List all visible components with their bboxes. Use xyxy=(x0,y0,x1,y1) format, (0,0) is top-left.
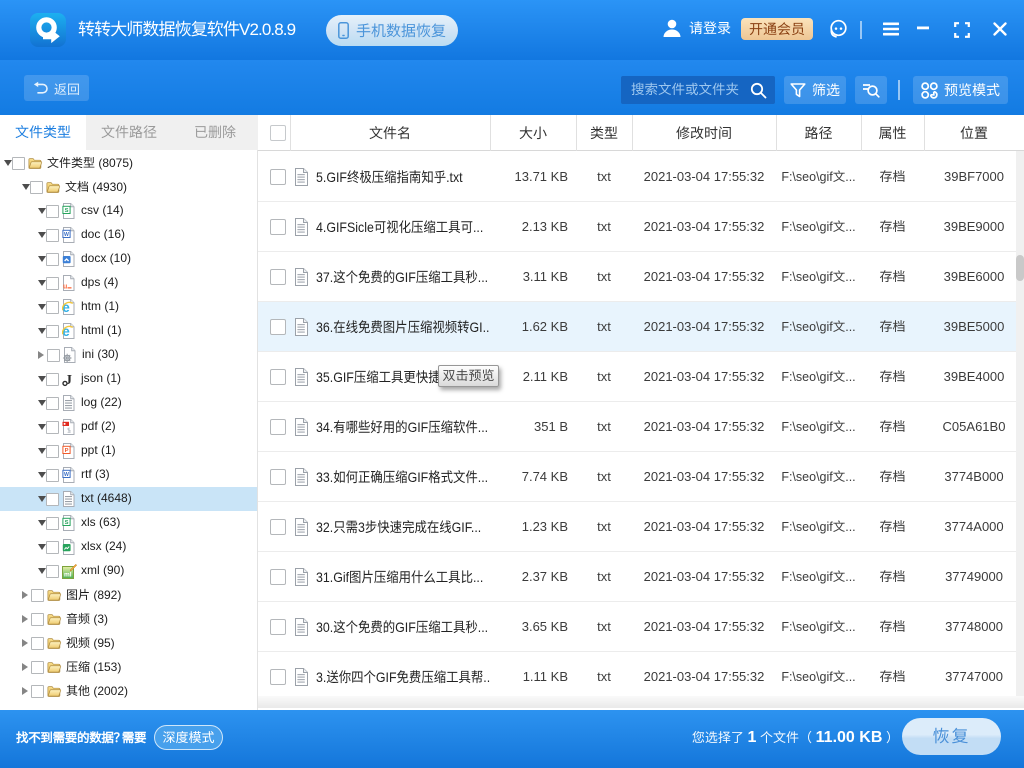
svg-text:S: S xyxy=(65,520,69,526)
svg-text:ml: ml xyxy=(64,572,72,579)
svg-text:P: P xyxy=(65,448,69,454)
svg-text:W: W xyxy=(64,472,69,478)
svg-text:u: u xyxy=(63,284,67,291)
svg-text:W: W xyxy=(64,232,69,238)
svg-text:S: S xyxy=(65,208,69,214)
